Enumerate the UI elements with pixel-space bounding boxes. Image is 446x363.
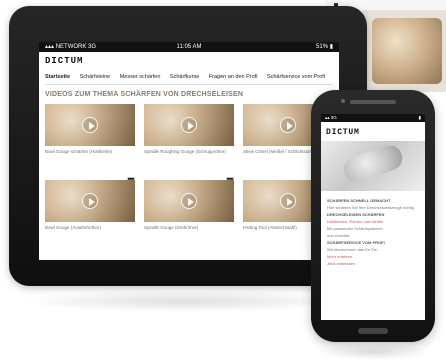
phone-reflection: [318, 344, 430, 360]
tablet-battery-status: 51% ▮: [316, 44, 333, 50]
nav-divider: [45, 84, 333, 85]
wood-turning-photo: [372, 18, 442, 84]
product-composite-scene: ▴▴▴ NETWORK 3G 11:05 AM 51% ▮ DICTUM Sta…: [0, 0, 446, 363]
tablet-main-nav: Startseite Schärfsteine Messer schärfen …: [45, 72, 335, 82]
phone-text-line: Mit passenden Schärfsystemen: [327, 226, 383, 231]
speaker-grille: [350, 100, 396, 104]
video-grid: Bowl Gouge schärfen (Hohlkehle) Spindle …: [45, 104, 333, 260]
phone-text-line: DRECHSELEISEN SCHÄRFEN: [327, 212, 385, 217]
nav-startseite[interactable]: Startseite: [45, 72, 70, 82]
phone-text-line: Wir übernehmen das für Sie.: [327, 247, 378, 252]
phone-text-line[interactable]: Hohlkehlen, Röhren und Meißel: [327, 219, 419, 224]
phone-text-line: und Zubehör.: [327, 233, 351, 238]
camera-icon: [341, 99, 345, 103]
phone-battery-icon: ▮: [418, 115, 421, 120]
phone-screen: ▴▴ 3G ▮ DICTUM SCHÄRFEN SCHNELL GEMACHT …: [321, 114, 425, 320]
video-caption: Spindle Gouge (Drehröhre): [144, 225, 199, 230]
video-caption: Bowl Gouge (Ausdrehröhre): [45, 225, 102, 230]
nav-schaerfsteine[interactable]: Schärfsteine: [80, 72, 111, 82]
play-icon[interactable]: [280, 193, 296, 209]
phone-link[interactable]: Mehr erfahren: [327, 254, 419, 259]
nav-schaerfkurse[interactable]: Schärfkurse: [170, 72, 199, 82]
phone-device: ▴▴ 3G ▮ DICTUM SCHÄRFEN SCHNELL GEMACHT …: [311, 90, 435, 342]
nav-schaerfservice-vom-profi[interactable]: Schärfservice vom Profi: [267, 72, 325, 82]
video-card-4[interactable]: Bowl Gouge (Ausdrehröhre): [45, 180, 135, 258]
video-caption: Spindle Roughing Gouge (Schruppröhre): [144, 149, 226, 154]
video-thumbnail[interactable]: [144, 180, 234, 222]
video-caption: Bowl Gouge schärfen (Hohlkehle): [45, 149, 113, 154]
play-icon[interactable]: [280, 117, 296, 133]
video-card-1[interactable]: Bowl Gouge schärfen (Hohlkehle): [45, 104, 135, 182]
play-icon[interactable]: [82, 193, 98, 209]
home-button[interactable]: [358, 328, 388, 334]
tablet-screen: ▴▴▴ NETWORK 3G 11:05 AM 51% ▮ DICTUM Sta…: [39, 42, 339, 260]
video-card-5[interactable]: Spindle Gouge (Drehröhre): [144, 180, 234, 258]
phone-text-line: SCHÄRFEN SCHNELL GEMACHT: [327, 198, 391, 203]
video-thumbnail[interactable]: [144, 104, 234, 146]
play-icon[interactable]: [181, 193, 197, 209]
tablet-status-bar: ▴▴▴ NETWORK 3G 11:05 AM 51% ▮: [39, 42, 339, 52]
nav-fragen-an-den-profi[interactable]: Fragen an den Profi: [209, 72, 258, 82]
phone-hero-image: [321, 141, 425, 191]
background-product-photo: [362, 0, 446, 92]
phone-text-line: SCHÄRFSERVICE VOM PROFI: [327, 240, 385, 245]
play-icon[interactable]: [181, 117, 197, 133]
phone-content: SCHÄRFEN SCHNELL GEMACHT Hier schärfen S…: [327, 198, 419, 268]
video-card-2[interactable]: Spindle Roughing Gouge (Schruppröhre): [144, 104, 234, 182]
tablet-time: 11:05 AM: [176, 44, 202, 50]
phone-status-bar: ▴▴ 3G ▮: [321, 114, 425, 122]
dictum-logo[interactable]: DICTUM: [326, 128, 360, 137]
video-thumbnail[interactable]: [45, 104, 135, 146]
nav-messer-schaerfen[interactable]: Messer schärfen: [120, 72, 161, 82]
tablet-reflection: [20, 290, 350, 312]
play-icon[interactable]: [82, 117, 98, 133]
phone-network-status: ▴▴ 3G: [325, 115, 337, 120]
phone-text-line: Hier schärfen Sie Ihre Drechselwerkzeuge…: [327, 205, 415, 210]
phone-link[interactable]: Jetzt entdecken: [327, 261, 419, 266]
dictum-logo[interactable]: DICTUM: [45, 56, 83, 66]
video-section-heading: VIDEOS ZUM THEMA SCHÄRFEN VON DRECHSELEI…: [45, 91, 244, 98]
video-thumbnail[interactable]: [45, 180, 135, 222]
tablet-network-status: ▴▴▴ NETWORK 3G: [45, 44, 97, 50]
